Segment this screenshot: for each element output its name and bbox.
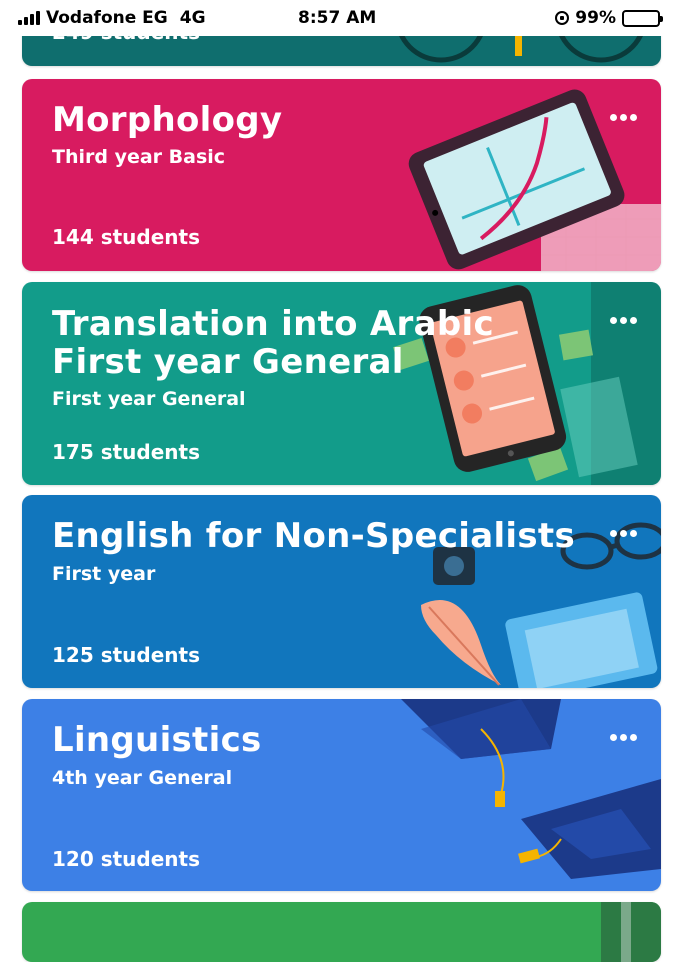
more-options-button[interactable] (605, 109, 641, 125)
class-title: Translation into Arabic First year Gener… (52, 304, 494, 382)
bookshelf-illustration (601, 902, 661, 962)
status-bar: Vodafone EG 4G 8:57 AM 99% (0, 0, 674, 36)
student-count: 144 students (52, 225, 200, 249)
class-card[interactable]: Translation into Arabic First year Gener… (22, 282, 661, 485)
orientation-lock-icon (555, 11, 570, 25)
class-card[interactable]: Morphology Third year Basic 144 students (22, 79, 661, 271)
class-title: Morphology (52, 100, 283, 140)
class-card[interactable]: English for Non-Specialists First year 1… (22, 495, 661, 688)
class-title: Linguistics (52, 720, 262, 760)
status-right: 99% (555, 8, 663, 28)
more-options-button[interactable] (605, 525, 641, 541)
student-count: 175 students (52, 440, 200, 464)
battery-percent: 99% (575, 8, 616, 28)
class-section: 4th year General (52, 767, 233, 789)
graduation-caps-illustration (401, 699, 661, 879)
status-time: 8:57 AM (298, 8, 377, 28)
carrier-name: Vodafone EG (46, 8, 168, 28)
class-section: Third year Basic (52, 146, 226, 168)
class-title: English for Non-Specialists (52, 516, 576, 556)
class-card[interactable]: Linguistics 4th year General 120 student… (22, 699, 661, 891)
class-section: First year (52, 563, 156, 585)
tablet-graph-illustration (408, 89, 661, 271)
class-card[interactable] (22, 902, 661, 962)
more-options-button[interactable] (605, 729, 641, 745)
student-count: 120 students (52, 847, 200, 871)
battery-icon (622, 9, 663, 27)
status-left: Vodafone EG 4G (18, 8, 206, 28)
more-options-button[interactable] (605, 312, 641, 328)
student-count: 125 students (52, 643, 200, 667)
signal-bars-icon (18, 11, 40, 25)
network-type: 4G (179, 8, 206, 28)
class-section: First year General (52, 388, 246, 410)
